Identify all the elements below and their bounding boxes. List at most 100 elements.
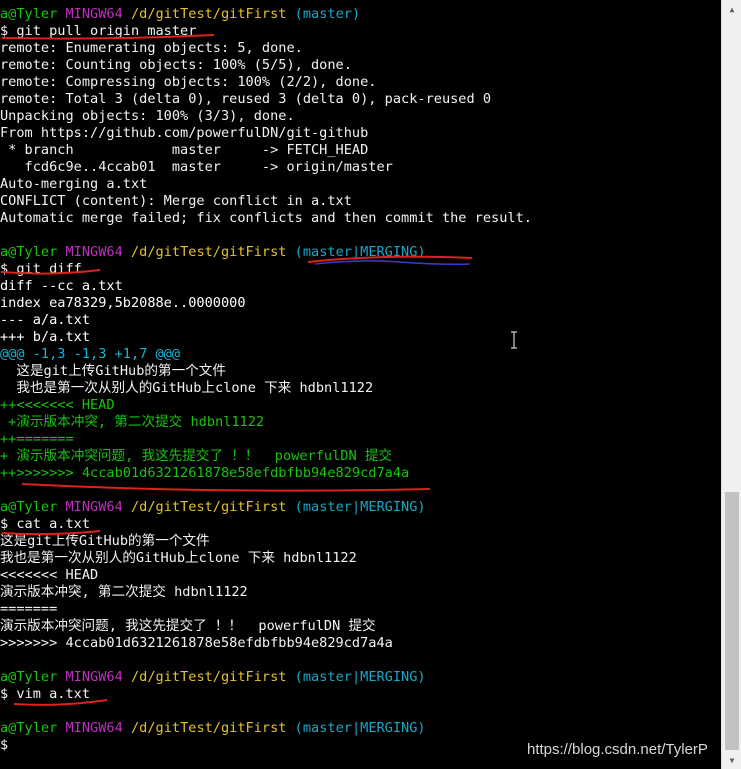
terminal-text-segment: From https://github.com/powerfulDN/git-g…: [0, 125, 369, 141]
vertical-scrollbar[interactable]: ▲ ▼: [721, 0, 741, 769]
terminal-line: <<<<<<< HEAD: [0, 567, 98, 584]
scroll-down-arrow-icon[interactable]: ▼: [722, 751, 741, 769]
terminal-text-segment: remote: Total 3 (delta 0), reused 3 (del…: [0, 91, 492, 107]
scroll-up-arrow-icon[interactable]: ▲: [722, 0, 741, 18]
terminal-line: Unpacking objects: 100% (3/3), done.: [0, 108, 295, 125]
terminal-line: CONFLICT (content): Merge conflict in a.…: [0, 193, 352, 210]
terminal-line: fcd6c9e..4ccab01 master -> origin/master: [0, 159, 393, 176]
terminal-line: remote: Enumerating objects: 5, done.: [0, 40, 303, 57]
terminal-text-segment: a@Tyler: [0, 669, 66, 685]
terminal-text-segment: a@Tyler: [0, 244, 66, 260]
terminal-text-segment: @@@ -1,3 -1,3 +1,7 @@@: [0, 346, 181, 362]
terminal-text-segment: remote: Enumerating objects: 5, done.: [0, 40, 303, 56]
terminal-line: $ git pull origin master: [0, 23, 196, 40]
terminal-text-segment: (master|MERGING): [294, 244, 426, 260]
terminal-line: 这是git上传GitHub的第一个文件: [0, 533, 210, 550]
terminal-line: 我也是第一次从别人的GitHub上clone 下来 hdbnl1122: [0, 380, 373, 397]
terminal-line: diff --cc a.txt: [0, 278, 123, 295]
terminal-line: ++<<<<<<< HEAD: [0, 397, 115, 414]
terminal-line: >>>>>>> 4ccab01d6321261878e58efdbfbb94e8…: [0, 635, 393, 652]
terminal-text-segment: $ cat a.txt: [0, 516, 91, 532]
terminal-text-segment: /d/gitTest/gitFirst: [130, 244, 295, 260]
terminal-text-segment: Automatic merge failed; fix conflicts an…: [0, 210, 532, 226]
terminal-text-segment: --- a/a.txt: [0, 312, 91, 328]
terminal-line: a@Tyler MINGW64 /d/gitTest/gitFirst (mas…: [0, 244, 426, 261]
terminal-text-segment: index ea78329,5b2088e..0000000: [0, 295, 246, 311]
terminal-line: Auto-merging a.txt: [0, 176, 147, 193]
terminal-text-segment: CONFLICT (content): Merge conflict in a.…: [0, 193, 352, 209]
terminal-text-segment: Auto-merging a.txt: [0, 176, 148, 192]
terminal-line: ++>>>>>>> 4ccab01d6321261878e58efdbfbb94…: [0, 465, 409, 482]
terminal-text-segment: ++=======: [0, 431, 74, 447]
terminal-line: * branch master -> FETCH_HEAD: [0, 142, 368, 159]
terminal-text-segment: $ git diff: [0, 261, 82, 277]
terminal-text-segment: MINGW64: [65, 720, 131, 736]
terminal-line: remote: Compressing objects: 100% (2/2),…: [0, 74, 376, 91]
terminal-line: 演示版本冲突问题, 我这先提交了 ！！ powerfulDN 提交: [0, 618, 376, 635]
terminal-text-segment: (master): [294, 6, 361, 22]
terminal-text-segment: 我也是第一次从别人的GitHub上clone 下来 hdbnl1122: [0, 550, 357, 566]
terminal-text-segment: 这是git上传GitHub的第一个文件: [0, 363, 226, 379]
terminal-text-segment: 这是git上传GitHub的第一个文件: [0, 533, 210, 549]
terminal-text-segment: /d/gitTest/gitFirst: [130, 720, 295, 736]
terminal-line: @@@ -1,3 -1,3 +1,7 @@@: [0, 346, 180, 363]
terminal-text-segment: + 演示版本冲突问题, 我这先提交了 ！！ powerfulDN 提交: [0, 448, 393, 464]
terminal-text-segment: * branch master -> FETCH_HEAD: [0, 142, 369, 158]
terminal-text-segment: MINGW64: [65, 669, 131, 685]
terminal-line: $: [0, 737, 8, 754]
terminal-text-segment: a@Tyler: [0, 720, 66, 736]
terminal-text-segment: MINGW64: [65, 499, 131, 515]
terminal-text-segment: (master|MERGING): [294, 499, 426, 515]
terminal-line: a@Tyler MINGW64 /d/gitTest/gitFirst (mas…: [0, 720, 426, 737]
terminal-text-segment: <<<<<<< HEAD: [0, 567, 99, 583]
terminal-output[interactable]: a@Tyler MINGW64 /d/gitTest/gitFirst (mas…: [0, 0, 721, 769]
terminal-line: 我也是第一次从别人的GitHub上clone 下来 hdbnl1122: [0, 550, 357, 567]
terminal-line: $ vim a.txt: [0, 686, 90, 703]
terminal-line: ++=======: [0, 431, 74, 448]
scroll-thumb[interactable]: [725, 492, 739, 750]
terminal-line: =======: [0, 601, 57, 618]
terminal-line: 这是git上传GitHub的第一个文件: [0, 363, 226, 380]
terminal-text-segment: ++<<<<<<< HEAD: [0, 397, 115, 413]
terminal-text-segment: 演示版本冲突问题, 我这先提交了 ！！ powerfulDN 提交: [0, 618, 376, 634]
terminal-text-segment: MINGW64: [65, 244, 131, 260]
terminal-text-segment: fcd6c9e..4ccab01 master -> origin/master: [0, 159, 393, 175]
terminal-line: remote: Total 3 (delta 0), reused 3 (del…: [0, 91, 491, 108]
terminal-text-segment: (master|MERGING): [294, 720, 426, 736]
terminal-text-segment: MINGW64: [65, 6, 131, 22]
terminal-text-segment: ++>>>>>>> 4ccab01d6321261878e58efdbfbb94…: [0, 465, 410, 481]
terminal-line: a@Tyler MINGW64 /d/gitTest/gitFirst (mas…: [0, 6, 360, 23]
terminal-text-segment: a@Tyler: [0, 6, 66, 22]
terminal-line: index ea78329,5b2088e..0000000: [0, 295, 246, 312]
text-cursor-ibeam-icon: [511, 331, 517, 349]
terminal-text-segment: 我也是第一次从别人的GitHub上clone 下来 hdbnl1122: [0, 380, 374, 396]
terminal-text-segment: /d/gitTest/gitFirst: [130, 669, 295, 685]
terminal-line: $ cat a.txt: [0, 516, 90, 533]
terminal-line: From https://github.com/powerfulDN/git-g…: [0, 125, 368, 142]
terminal-line: a@Tyler MINGW64 /d/gitTest/gitFirst (mas…: [0, 669, 426, 686]
terminal-line: a@Tyler MINGW64 /d/gitTest/gitFirst (mas…: [0, 499, 426, 516]
terminal-line: $ git diff: [0, 261, 82, 278]
terminal-line: Automatic merge failed; fix conflicts an…: [0, 210, 532, 227]
terminal-text-segment: $ vim a.txt: [0, 686, 91, 702]
terminal-line: +++ b/a.txt: [0, 329, 90, 346]
terminal-text-segment: +演示版本冲突, 第二次提交 hdbnl1122: [0, 414, 265, 430]
terminal-text-segment: remote: Counting objects: 100% (5/5), do…: [0, 57, 352, 73]
terminal-line: +演示版本冲突, 第二次提交 hdbnl1122: [0, 414, 264, 431]
terminal-text-segment: a@Tyler: [0, 499, 66, 515]
terminal-text-segment: +++ b/a.txt: [0, 329, 91, 345]
terminal-text-segment: /d/gitTest/gitFirst: [130, 499, 295, 515]
terminal-line: remote: Counting objects: 100% (5/5), do…: [0, 57, 352, 74]
terminal-text-segment: 演示版本冲突, 第二次提交 hdbnl1122: [0, 584, 248, 600]
terminal-text-segment: $ git pull origin master: [0, 23, 197, 39]
terminal-line: 演示版本冲突, 第二次提交 hdbnl1122: [0, 584, 248, 601]
terminal-text-segment: diff --cc a.txt: [0, 278, 123, 294]
terminal-text-segment: Unpacking objects: 100% (3/3), done.: [0, 108, 295, 124]
terminal-text-segment: =======: [0, 601, 58, 617]
terminal-line: + 演示版本冲突问题, 我这先提交了 ！！ powerfulDN 提交: [0, 448, 392, 465]
terminal-text-segment: >>>>>>> 4ccab01d6321261878e58efdbfbb94e8…: [0, 635, 393, 651]
terminal-text-segment: (master|MERGING): [294, 669, 426, 685]
terminal-line: --- a/a.txt: [0, 312, 90, 329]
terminal-text-segment: remote: Compressing objects: 100% (2/2),…: [0, 74, 377, 90]
terminal-text-segment: /d/gitTest/gitFirst: [130, 6, 295, 22]
